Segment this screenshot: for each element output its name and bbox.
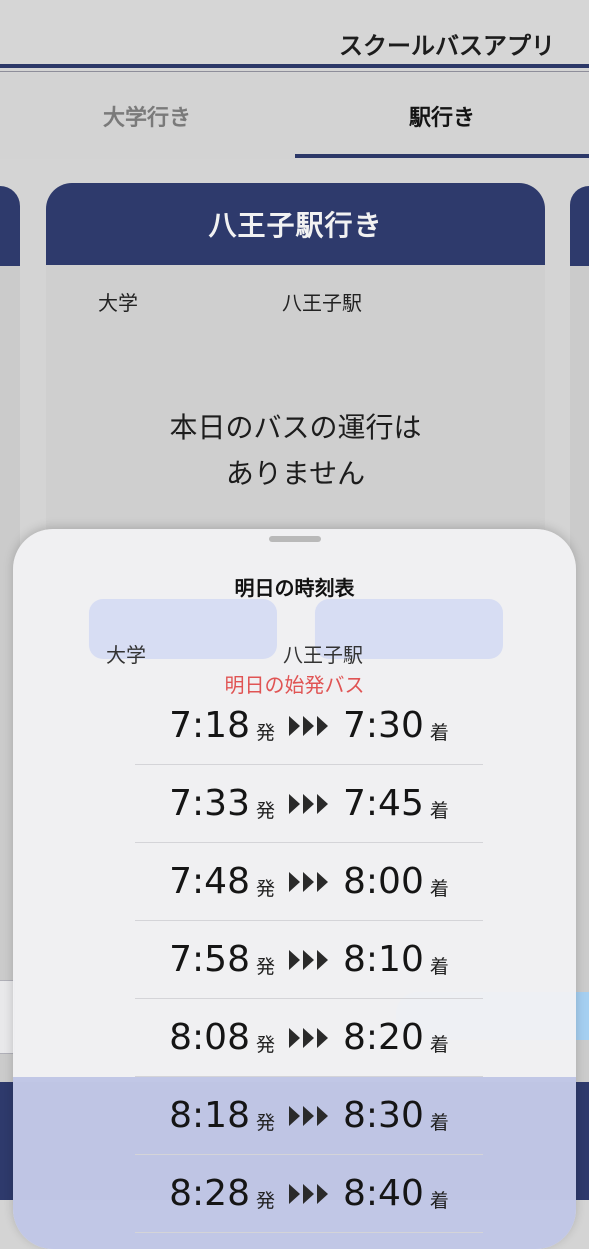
arrive-time: 7:30 [343, 705, 424, 746]
arrive-suffix: 着 [429, 1034, 449, 1056]
timetable-row[interactable]: 7:58 発 8:10 着 [135, 921, 483, 999]
arrive-time: 8:20 [343, 1017, 424, 1058]
header-divider-thin [0, 71, 589, 72]
depart-time: 8:18 [169, 1095, 250, 1136]
depart-time: 7:33 [169, 783, 250, 824]
no-service-line-2: ありません [225, 457, 366, 490]
timetable-row[interactable]: 8:18 発 8:30 着 [135, 1077, 483, 1155]
tab-to-station[interactable]: 駅行き [295, 73, 589, 159]
depart-time: 7:48 [169, 861, 250, 902]
depart-time: 7:58 [169, 939, 250, 980]
app-title: スクールバスアプリ [339, 32, 555, 60]
depart-suffix: 発 [255, 1034, 275, 1056]
sheet-to-label: 八王子駅 [283, 643, 363, 667]
depart-suffix: 発 [255, 956, 275, 978]
depart-time: 8:28 [169, 1173, 250, 1214]
depart-suffix: 発 [255, 800, 275, 822]
app-header: スクールバスアプリ [0, 0, 589, 72]
destination-tabs: 大学行き 駅行き [0, 73, 589, 159]
depart-time: 7:18 [169, 705, 250, 746]
tab-selected-indicator [295, 154, 589, 158]
triple-arrow-icon [289, 1105, 331, 1126]
depart-suffix: 発 [255, 878, 275, 900]
arrive-suffix: 着 [429, 1112, 449, 1134]
triple-arrow-icon [289, 793, 331, 814]
card-from-label: 大学 [98, 291, 138, 315]
triple-arrow-icon [289, 949, 331, 970]
arrive-time: 8:40 [343, 1173, 424, 1214]
no-service-line-1: 本日のバスの運行は [169, 411, 422, 444]
no-service-message: 本日のバスの運行は ありません [46, 405, 545, 497]
depart-time: 8:08 [169, 1017, 250, 1058]
sheet-title: 明日の時刻表 [234, 576, 355, 600]
triple-arrow-icon [289, 715, 331, 736]
depart-suffix: 発 [255, 722, 275, 744]
previous-card-header [0, 186, 20, 266]
tomorrow-timetable-sheet[interactable]: 明日の時刻表 大学 八王子駅 明日の始発バス 7:18 発 7:30 着 7:3… [13, 529, 576, 1249]
triple-arrow-icon [289, 871, 331, 892]
arrive-time: 8:00 [343, 861, 424, 902]
triple-arrow-icon [289, 1027, 331, 1048]
timetable-list: 7:18 発 7:30 着 7:33 発 7:45 着 7:48 発 8:00 … [135, 687, 483, 1233]
timetable-row[interactable]: 7:18 発 7:30 着 [135, 687, 483, 765]
triple-arrow-icon [289, 1183, 331, 1204]
sheet-drag-handle[interactable] [269, 536, 321, 542]
tab-to-university[interactable]: 大学行き [0, 73, 294, 159]
header-divider [0, 64, 589, 68]
card-to-label: 八王子駅 [282, 291, 362, 315]
arrive-suffix: 着 [429, 956, 449, 978]
depart-suffix: 発 [255, 1112, 275, 1134]
card-title: 八王子駅行き [46, 183, 545, 265]
timetable-row[interactable]: 8:28 発 8:40 着 [135, 1155, 483, 1233]
timetable-row[interactable]: 7:33 発 7:45 着 [135, 765, 483, 843]
arrive-time: 8:30 [343, 1095, 424, 1136]
arrive-suffix: 着 [429, 878, 449, 900]
arrive-time: 7:45 [343, 783, 424, 824]
sheet-from-label: 大学 [106, 643, 146, 667]
next-card-header [570, 186, 589, 266]
arrive-time: 8:10 [343, 939, 424, 980]
arrive-suffix: 着 [429, 800, 449, 822]
timetable-row[interactable]: 7:48 発 8:00 着 [135, 843, 483, 921]
timetable-row[interactable]: 8:08 発 8:20 着 [135, 999, 483, 1077]
arrive-suffix: 着 [429, 722, 449, 744]
